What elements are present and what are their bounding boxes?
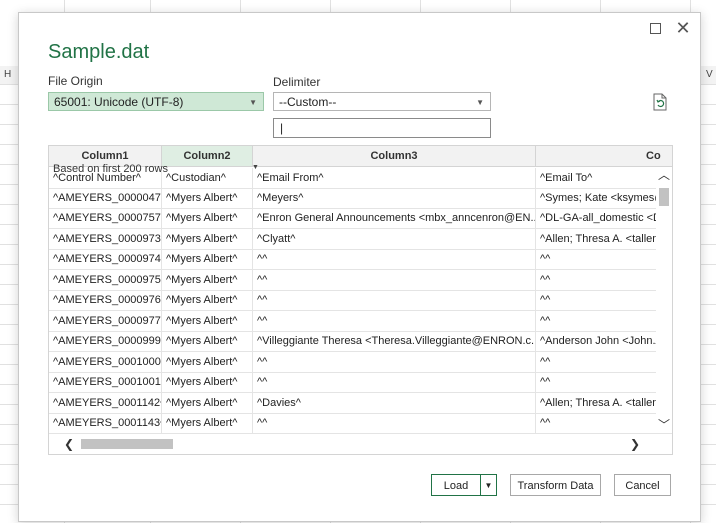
column-header-4[interactable]: Co [536,146,672,166]
table-cell: ^^ [536,372,672,392]
table-cell: ^Meyers^ [253,187,536,208]
table-cell: ^Myers Albert^ [162,331,253,351]
table-cell: ^Myers Albert^ [162,310,253,331]
background-col-letter-v: V [706,69,713,80]
table-cell: ^Myers Albert^ [162,372,253,392]
table-cell: ^Myers Albert^ [162,290,253,310]
load-options-button[interactable]: ▼ [480,474,497,496]
table-cell: ^AMEYERS_0000977^ [49,310,162,331]
delimiter-label: Delimiter [273,75,321,89]
table-cell: ^^ [536,311,672,331]
horizontal-scroll-thumb[interactable] [81,439,173,449]
table-cell: ^^ [253,290,536,310]
table-cell: ^^ [253,351,536,372]
table-cell: ^Allen; Thresa A. <tallen [536,229,672,249]
table-cell: ^Email To^ [536,168,672,188]
table-cell: ^AMEYERS_0000974^ [49,249,162,269]
table-cell: ^^ [536,249,672,269]
refresh-icon[interactable] [652,93,668,111]
column-header-3[interactable]: Column3 [253,146,536,166]
table-cell: ^Myers Albert^ [162,351,253,372]
table-row: ^AMEYERS_0000999^ ^Myers Albert^ ^Villeggi… [49,331,672,352]
table-cell: ^AMEYERS_0001143^ [49,413,162,433]
cancel-button[interactable]: Cancel [614,474,671,496]
table-cell: ^Myers Albert^ [162,269,253,290]
scroll-left-icon[interactable]: ❮ [61,435,77,453]
table-row: ^AMEYERS_0000976^ ^Myers Albert^ ^^ ^^ [49,290,672,311]
table-cell: ^DL-GA-all_domestic <D [536,208,672,228]
table-cell: ^^ [253,310,536,331]
table-cell: ^Allen; Thresa A. <tallen [536,393,672,413]
table-row: ^AMEYERS_0001142^ ^Myers Albert^ ^Davies^ ^… [49,392,672,414]
table-row: ^AMEYERS_0000975^ ^Myers Albert^ ^^ ^^ [49,269,672,291]
import-dialog: ✕ Sample.dat File Origin 65001: Unicode … [18,12,701,522]
table-cell: ^Myers Albert^ [162,249,253,269]
file-origin-value: 65001: Unicode (UTF-8) [54,95,184,109]
table-row: ^AMEYERS_0001000^ ^Myers Albert^ ^^ ^^ [49,351,672,373]
table-row: ^AMEYERS_0001143^ ^Myers Albert^ ^^ ^^ [49,413,672,434]
scroll-up-icon[interactable]: ︿ [656,167,672,183]
table-cell: ^Myers Albert^ [162,187,253,208]
table-cell: ^^ [536,413,672,433]
table-cell: ^^ [253,249,536,269]
table-cell: ^AMEYERS_0001001^ [49,372,162,392]
table-cell: ^Davies^ [253,392,536,413]
maximize-icon[interactable] [646,19,664,37]
table-cell: ^AMEYERS_0001000^ [49,351,162,372]
table-row: ^AMEYERS_0001001^ ^Myers Albert^ ^^ ^^ [49,372,672,393]
table-cell: ^AMEYERS_0000975^ [49,269,162,290]
table-cell: ^Enron General Announcements <mbx_anncen… [253,208,536,228]
dialog-title: Sample.dat [48,41,150,63]
table-cell: ^^ [253,413,536,433]
close-icon[interactable]: ✕ [674,19,692,37]
table-cell: ^^ [536,290,672,310]
data-preview-table: Column1 Column2 Column3 Co ^Control Numb… [48,145,673,455]
table-row: ^AMEYERS_0000047^ ^Myers Albert^ ^Meyers^ ^… [49,187,672,209]
table-row: ^AMEYERS_0000757^ ^Myers Albert^ ^Enron Ge… [49,208,672,229]
table-cell: ^AMEYERS_0001142^ [49,392,162,413]
table-cell: ^Myers Albert^ [162,228,253,249]
table-row: ^AMEYERS_0000977^ ^Myers Albert^ ^^ ^^ [49,310,672,332]
table-cell: ^Email From^ [253,168,536,188]
table-cell: ^AMEYERS_0000757^ [49,208,162,228]
table-cell: ^^ [536,352,672,372]
table-cell: ^Myers Albert^ [162,392,253,413]
table-cell: ^Villeggiante Theresa <Theresa.Villeggia… [253,331,536,351]
chevron-down-icon: ▼ [249,98,257,107]
chevron-down-icon: ▼ [484,481,493,490]
table-cell: ^^ [253,269,536,290]
delimiter-select[interactable]: --Custom-- ▼ [273,92,491,111]
table-cell: ^Myers Albert^ [162,208,253,228]
table-cell: ^Custodian^ [162,168,253,188]
table-cell: ^Myers Albert^ [162,413,253,433]
vertical-scroll-thumb[interactable] [659,188,669,206]
table-row: ^AMEYERS_0000973^ ^Myers Albert^ ^Clyatt^ ^… [49,228,672,250]
table-cell: ^AMEYERS_0000999^ [49,331,162,351]
custom-delimiter-input[interactable]: | [273,118,491,138]
chevron-down-icon: ▼ [476,98,484,107]
sample-note: Based on first 200 rows [53,163,168,175]
scroll-right-icon[interactable]: ❯ [627,435,643,453]
delimiter-value: --Custom-- [279,95,337,109]
background-col-letter-h: H [4,69,12,80]
scroll-down-icon[interactable]: ﹀ [656,417,672,433]
table-row: ^AMEYERS_0000974^ ^Myers Albert^ ^^ ^^ [49,249,672,270]
load-button[interactable]: Load [431,474,481,496]
table-cell: ^Clyatt^ [253,228,536,249]
file-origin-select[interactable]: 65001: Unicode (UTF-8) ▼ [48,92,264,111]
table-cell: ^^ [253,372,536,392]
table-cell: ^^ [536,270,672,290]
column-header-2[interactable]: Column2 [162,146,253,166]
table-cell: ^AMEYERS_0000976^ [49,290,162,310]
chevron-down-icon[interactable]: ▼ [252,164,259,171]
table-cell: ^AMEYERS_0000047^ [49,187,162,208]
table-cell: ^Anderson John <John.A [536,331,672,351]
vertical-scrollbar[interactable]: ︿ ﹀ [656,167,672,433]
file-origin-label: File Origin [48,74,103,88]
horizontal-scrollbar[interactable]: ❮ ❯ [49,435,656,453]
table-cell: ^Symes; Kate <ksymes@ [536,188,672,208]
transform-data-button[interactable]: Transform Data [510,474,601,496]
table-cell: ^AMEYERS_0000973^ [49,228,162,249]
